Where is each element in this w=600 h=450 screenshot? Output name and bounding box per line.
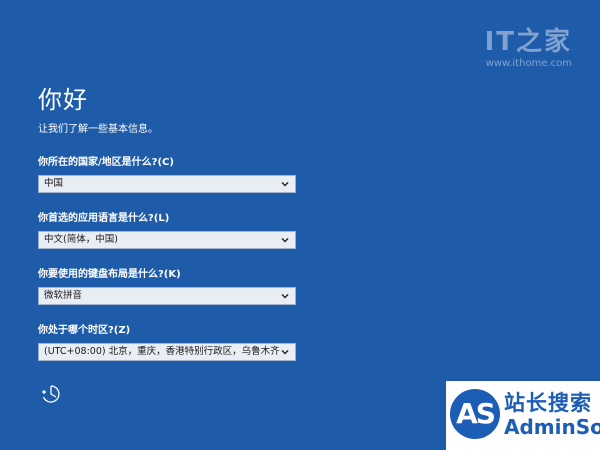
adminso-en: AdminSo [504, 415, 600, 439]
setup-screen: 你好 让我们了解一些基本信息。 你所在的国家/地区是什么?(C) 中国 你首选的… [0, 0, 600, 450]
country-value: 中国 [44, 178, 64, 189]
ithome-url: www.ithome.com [485, 58, 572, 69]
timezone-label: 你处于哪个时区?(Z) [38, 325, 131, 336]
ease-of-access-icon[interactable] [40, 383, 62, 405]
ithome-watermark: IT之家 www.ithome.com [485, 28, 572, 69]
country-label: 你所在的国家/地区是什么?(C) [38, 157, 174, 168]
chevron-down-icon [281, 350, 289, 355]
page-subtitle: 让我们了解一些基本信息。 [38, 124, 158, 135]
timezone-select[interactable]: (UTC+08:00) 北京，重庆，香港特别行政区，乌鲁木齐 [38, 343, 296, 361]
adminso-watermark: AS 站长搜索 AdminSo [446, 381, 600, 450]
page-title: 你好 [38, 86, 88, 114]
chevron-down-icon [281, 182, 289, 187]
keyboard-select[interactable]: 微软拼音 [38, 287, 296, 305]
adminso-badge: AS [450, 389, 500, 439]
adminso-cn: 站长搜索 [504, 391, 592, 415]
country-select[interactable]: 中国 [38, 175, 296, 193]
language-select[interactable]: 中文(简体，中国) [38, 231, 296, 249]
language-value: 中文(简体，中国) [44, 234, 118, 245]
keyboard-label: 你要使用的键盘布局是什么?(K) [38, 269, 181, 280]
chevron-down-icon [281, 294, 289, 299]
keyboard-value: 微软拼音 [44, 290, 83, 301]
chevron-down-icon [281, 238, 289, 243]
ithome-logo: IT之家 [484, 27, 572, 57]
timezone-value: (UTC+08:00) 北京，重庆，香港特别行政区，乌鲁木齐 [44, 346, 280, 357]
language-label: 你首选的应用语言是什么?(L) [38, 213, 170, 224]
